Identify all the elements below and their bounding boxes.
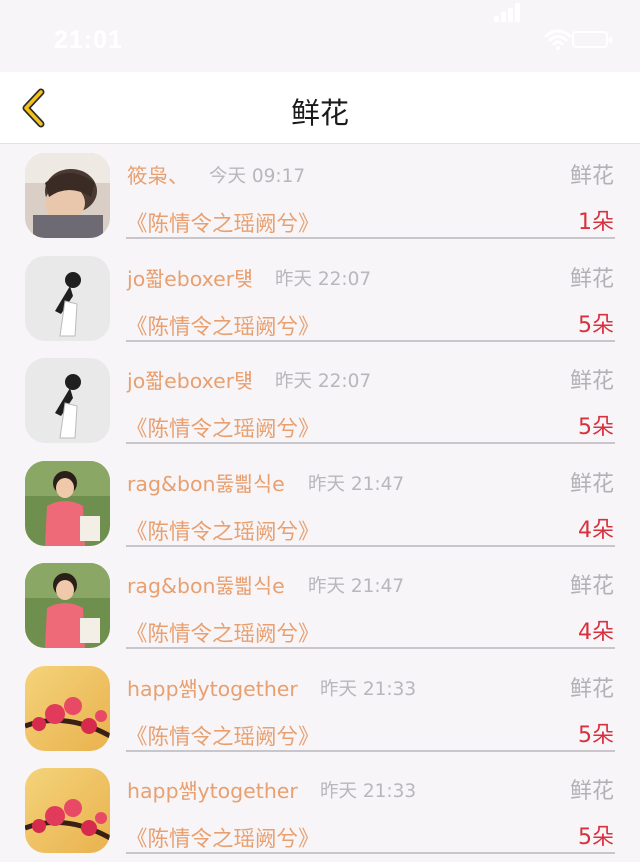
avatar[interactable] [25, 460, 110, 546]
list-item[interactable]: rag&bon뚫쁿식e 昨天 21:47 鲜花 《陈情令之瑶阙兮》 4朵 [0, 452, 640, 555]
sender-name: 筱枭、 [127, 164, 189, 188]
row-divider [126, 749, 615, 752]
list-item[interactable]: 筱枭、 今天 09:17 鲜花 《陈情令之瑶阙兮》 1朵 [0, 144, 640, 247]
send-time: 昨天 22:07 [275, 268, 372, 290]
list-item[interactable]: happ쌝ytogether 昨天 21:33 鲜花 《陈情令之瑶阙兮》 5朵 [0, 657, 640, 760]
page-title: 鲜花 [290, 96, 349, 130]
row-divider [126, 544, 615, 547]
row-divider [126, 237, 615, 239]
gift-type: 鲜花 [569, 164, 614, 189]
gift-count: 5朵 [578, 312, 614, 338]
sender-name: jo쫣eboxer턪 [127, 369, 254, 393]
gift-type: 鲜花 [569, 574, 614, 599]
signal-icon [494, 2, 524, 22]
gift-type: 鲜花 [569, 676, 614, 702]
row-divider [126, 442, 615, 444]
gift-record-list: 筱枭、 今天 09:17 鲜花 《陈情令之瑶阙兮》 1朵 jo쫣eboxer턪 … [0, 144, 640, 862]
send-time: 昨天 21:47 [308, 473, 405, 495]
avatar[interactable] [25, 563, 110, 648]
navigation-bar: 鲜花 [0, 72, 640, 144]
send-time: 今天 09:17 [209, 166, 306, 187]
wifi-icon [544, 28, 572, 50]
gift-count: 1朵 [578, 210, 614, 235]
row-divider [126, 647, 615, 649]
avatar[interactable] [25, 358, 110, 443]
avatar[interactable] [25, 768, 110, 853]
sender-name: happ쌝ytogether [127, 676, 298, 701]
send-time: 昨天 21:47 [308, 576, 405, 597]
gift-type: 鲜花 [569, 369, 614, 394]
sender-name: rag&bon뚫쁿식e [127, 471, 285, 496]
send-time: 昨天 21:33 [320, 781, 417, 802]
avatar[interactable] [25, 153, 110, 238]
avatar[interactable] [25, 255, 110, 341]
status-time: 21:01 [54, 26, 123, 54]
drama-title[interactable]: 《陈情令之瑶阙兮》 [126, 822, 320, 853]
sender-name: jo쫣eboxer턪 [127, 266, 254, 291]
list-item[interactable]: jo쫣eboxer턪 昨天 22:07 鲜花 《陈情令之瑶阙兮》 5朵 [0, 349, 640, 452]
list-item[interactable]: jo쫣eboxer턪 昨天 22:07 鲜花 《陈情令之瑶阙兮》 5朵 [0, 247, 640, 350]
sender-name: rag&bon뚫쁿식e [127, 574, 285, 598]
gift-count: 4朵 [578, 620, 614, 645]
gift-type: 鲜花 [569, 779, 614, 804]
row-divider [126, 339, 615, 342]
gift-count: 5朵 [578, 415, 614, 440]
list-item[interactable]: rag&bon뚫쁿식e 昨天 21:47 鲜花 《陈情令之瑶阙兮》 4朵 [0, 554, 640, 657]
status-bar: 21:01 [0, 0, 640, 72]
avatar[interactable] [25, 665, 110, 751]
gift-count: 5朵 [578, 825, 614, 850]
gift-type: 鲜花 [569, 471, 614, 497]
drama-title[interactable]: 《陈情令之瑶阙兮》 [126, 207, 320, 238]
gift-count: 5朵 [578, 722, 614, 748]
drama-title[interactable]: 《陈情令之瑶阙兮》 [126, 515, 320, 546]
gift-type: 鲜花 [569, 266, 614, 292]
sender-name: happ쌝ytogether [127, 779, 298, 803]
gift-count: 4朵 [578, 517, 614, 543]
drama-title[interactable]: 《陈情令之瑶阙兮》 [126, 720, 320, 751]
list-item[interactable]: happ쌝ytogether 昨天 21:33 鲜花 《陈情令之瑶阙兮》 5朵 [0, 759, 640, 862]
drama-title[interactable]: 《陈情令之瑶阙兮》 [126, 310, 320, 341]
send-time: 昨天 21:33 [320, 678, 417, 700]
drama-title[interactable]: 《陈情令之瑶阙兮》 [126, 412, 320, 443]
send-time: 昨天 22:07 [275, 371, 372, 392]
drama-title[interactable]: 《陈情令之瑶阙兮》 [126, 617, 320, 648]
battery-icon [572, 31, 612, 48]
